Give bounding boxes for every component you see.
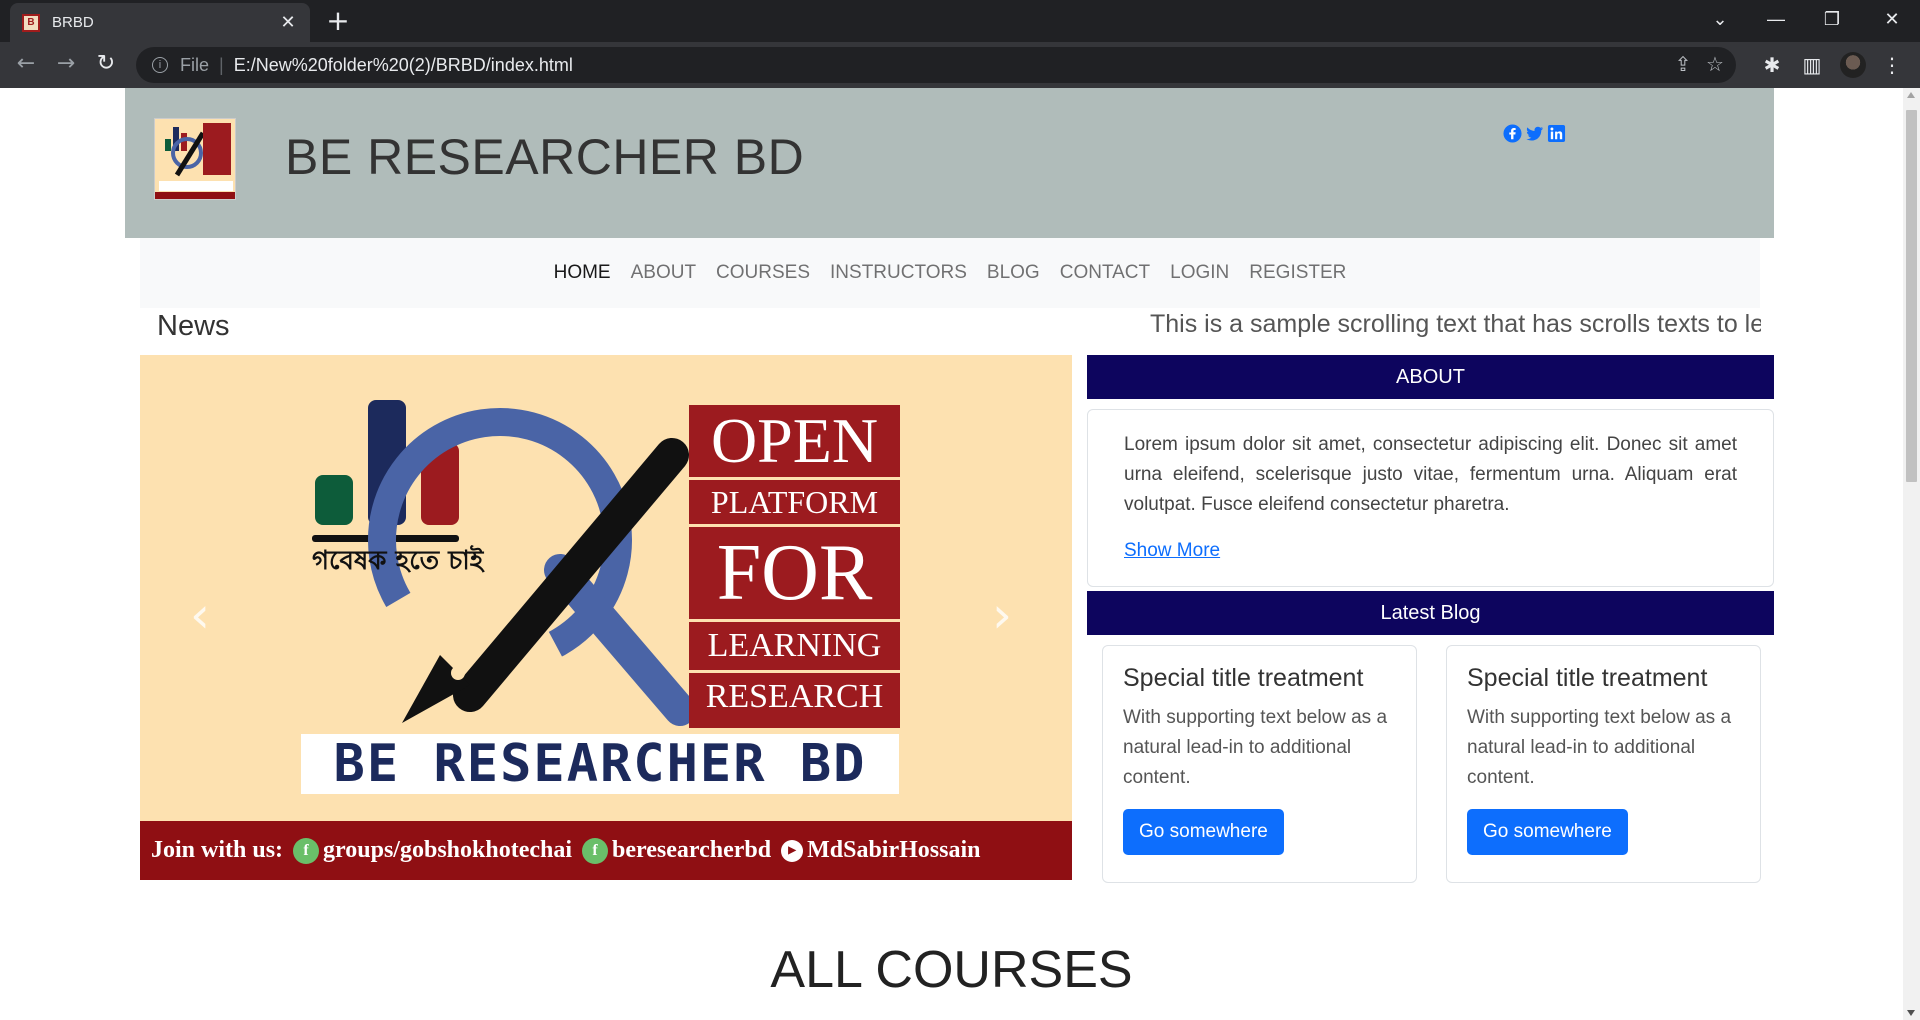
news-label: News xyxy=(157,310,230,342)
box-line-learning: LEARNING xyxy=(689,622,900,673)
browser-toolbar: ← → ↻ i File | E:/New%20folder%20(2)/BRB… xyxy=(0,42,1920,88)
facebook-icon: f xyxy=(293,837,320,864)
join-link-text: MdSabirHossain xyxy=(807,837,981,863)
address-bar[interactable]: i File | E:/New%20folder%20(2)/BRBD/inde… xyxy=(136,47,1736,83)
tab-title: BRBD xyxy=(52,14,94,31)
join-link-youtube: ▶ MdSabirHossain xyxy=(781,837,981,864)
site-title: BE RESEARCHER BD xyxy=(285,129,805,185)
scroll-down-icon[interactable] xyxy=(1907,1010,1915,1016)
nav-register[interactable]: REGISTER xyxy=(1239,262,1356,284)
url-text[interactable]: E:/New%20folder%20(2)/BRBD/index.html xyxy=(234,55,573,76)
blog-card: Special title treatment With supporting … xyxy=(1102,645,1417,883)
share-icon[interactable]: ⇪ xyxy=(1672,54,1694,76)
forward-arrow-icon[interactable]: → xyxy=(50,49,82,81)
nav-home[interactable]: HOME xyxy=(544,262,621,284)
carousel-platform-box: OPEN PLATFORM FOR LEARNING RESEARCH xyxy=(689,405,900,728)
url-scheme: File xyxy=(180,54,210,75)
star-icon[interactable]: ☆ xyxy=(1704,54,1726,76)
browser-tab-bar: B BRBD ✕ + ⌄ — ❐ ✕ xyxy=(0,0,1920,42)
menu-icon[interactable]: ⋮ xyxy=(1880,53,1904,77)
blog-card-title: Special title treatment xyxy=(1123,664,1364,692)
go-somewhere-button[interactable]: Go somewhere xyxy=(1467,809,1628,855)
carousel-join-strip: Join with us: f groups/gobshokhotechai f… xyxy=(140,821,1072,880)
minimize-button[interactable]: — xyxy=(1748,0,1804,42)
back-arrow-icon[interactable]: ← xyxy=(10,49,42,81)
box-line-for: FOR xyxy=(689,527,900,622)
join-link-text: beresearcherbd xyxy=(612,837,772,863)
close-window-button[interactable]: ✕ xyxy=(1864,0,1920,42)
page-viewport: BE RESEARCHER BD HOME ABOUT COURSES INST… xyxy=(0,88,1903,1020)
nav-instructors[interactable]: INSTRUCTORS xyxy=(820,262,977,284)
nav-blog[interactable]: BLOG xyxy=(977,262,1050,284)
blog-card-title: Special title treatment xyxy=(1467,664,1708,692)
profile-avatar[interactable] xyxy=(1840,52,1866,78)
site-logo[interactable] xyxy=(154,118,236,200)
reload-icon[interactable]: ↻ xyxy=(90,49,122,81)
carousel-next-icon[interactable]: › xyxy=(982,585,1022,645)
restore-button[interactable]: ❐ xyxy=(1804,0,1860,42)
linkedin-icon[interactable] xyxy=(1547,124,1566,143)
url-separator: | xyxy=(219,54,224,75)
news-ticker: This is a sample scrolling text that has… xyxy=(1150,310,1761,338)
blog-card: Special title treatment With supporting … xyxy=(1446,645,1761,883)
blog-card-text: With supporting text below as a natural … xyxy=(1123,707,1388,788)
join-label: Join with us: xyxy=(151,837,284,863)
about-text: Lorem ipsum dolor sit amet, consectetur … xyxy=(1124,434,1737,515)
site-favicon-icon: B xyxy=(22,13,40,32)
blog-card-text: With supporting text below as a natural … xyxy=(1467,707,1732,788)
about-card: Lorem ipsum dolor sit amet, consectetur … xyxy=(1087,409,1774,587)
info-icon[interactable]: i xyxy=(152,57,168,73)
nav-about[interactable]: ABOUT xyxy=(621,262,706,284)
scroll-up-icon[interactable] xyxy=(1907,92,1915,98)
latest-blog-heading: Latest Blog xyxy=(1087,591,1774,635)
carousel-prev-icon[interactable]: ‹ xyxy=(180,585,220,645)
youtube-icon: ▶ xyxy=(781,839,804,862)
main-navbar: HOME ABOUT COURSES INSTRUCTORS BLOG CONT… xyxy=(140,238,1760,308)
side-panel-icon[interactable]: ▥ xyxy=(1800,53,1824,77)
facebook-icon: f xyxy=(582,837,609,864)
nav-login[interactable]: LOGIN xyxy=(1160,262,1239,284)
nav-courses[interactable]: COURSES xyxy=(706,262,820,284)
page-scrollbar[interactable] xyxy=(1903,88,1920,1020)
go-somewhere-button[interactable]: Go somewhere xyxy=(1123,809,1284,855)
box-line-platform: PLATFORM xyxy=(689,480,900,527)
carousel-bangla-text: গবেষক হতে চাই xyxy=(312,546,484,576)
join-link-group: f groups/gobshokhotechai xyxy=(293,837,572,864)
about-heading: ABOUT xyxy=(1087,355,1774,399)
facebook-icon[interactable] xyxy=(1503,124,1522,143)
box-line-open: OPEN xyxy=(689,405,900,480)
join-link-text: groups/gobshokhotechai xyxy=(323,837,573,863)
carousel-brand-text: BE RESEARCHER BD xyxy=(301,734,899,794)
tab-close-icon[interactable]: ✕ xyxy=(278,12,298,33)
join-link-page: f beresearcherbd xyxy=(582,837,771,864)
tab-search-icon[interactable]: ⌄ xyxy=(1692,0,1748,42)
box-line-research: RESEARCH xyxy=(705,678,884,715)
site-header: BE RESEARCHER BD xyxy=(125,88,1774,238)
social-links xyxy=(1503,124,1566,143)
show-more-link[interactable]: Show More xyxy=(1124,540,1737,562)
new-tab-button[interactable]: + xyxy=(322,6,354,38)
nav-contact[interactable]: CONTACT xyxy=(1050,262,1160,284)
twitter-icon[interactable] xyxy=(1525,124,1544,143)
all-courses-heading: ALL COURSES xyxy=(770,941,1133,999)
extensions-icon[interactable]: ✱ xyxy=(1760,53,1784,77)
browser-tab[interactable]: B BRBD ✕ xyxy=(10,3,310,42)
scrollbar-thumb[interactable] xyxy=(1906,110,1917,482)
hero-carousel[interactable]: গবেষক হতে চাই OPEN PLATFORM FOR LEARNING… xyxy=(140,355,1072,880)
